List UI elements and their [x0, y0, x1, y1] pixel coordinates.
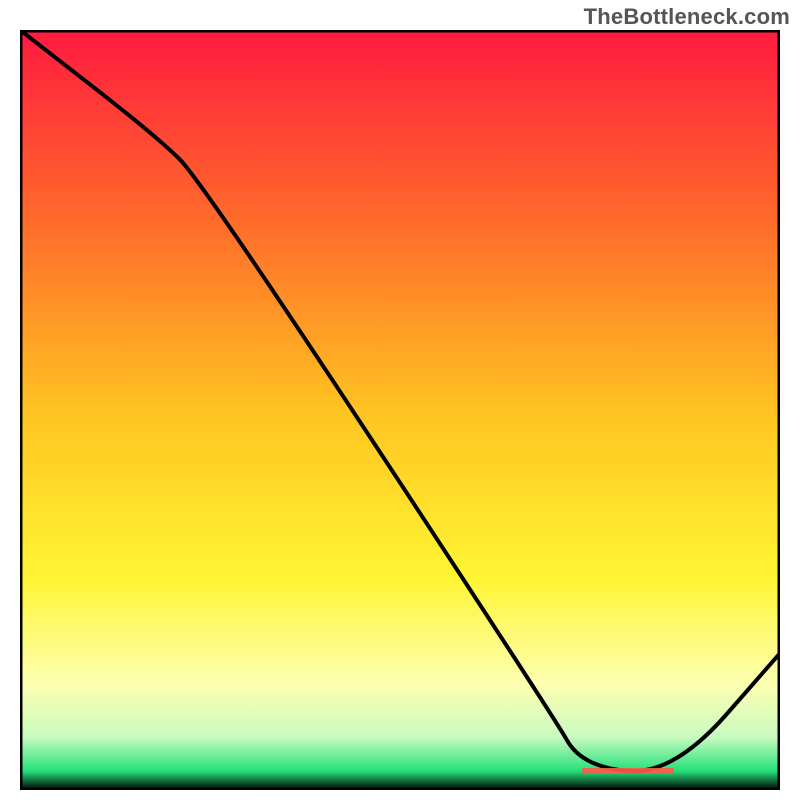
chart-overlay — [20, 30, 780, 790]
chart-stage: TheBottleneck.com — [0, 0, 800, 800]
highlight-marker — [582, 768, 673, 774]
curve-line — [20, 30, 780, 771]
watermark-label: TheBottleneck.com — [584, 4, 790, 30]
plot-area — [20, 30, 780, 790]
plot-border — [20, 30, 780, 790]
